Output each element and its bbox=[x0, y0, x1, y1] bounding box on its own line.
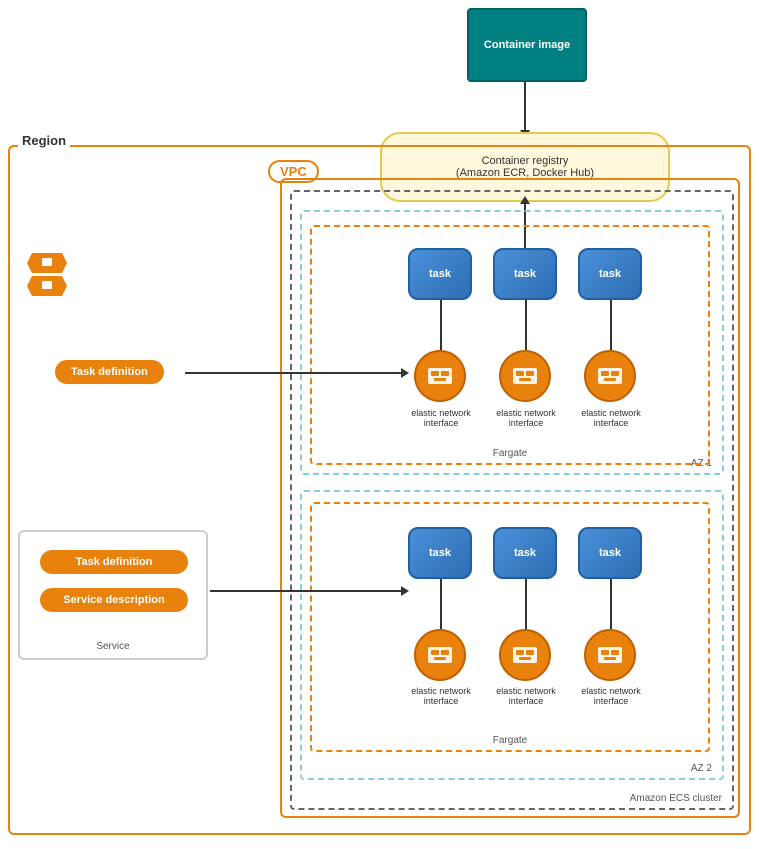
az1-task-2: task bbox=[493, 248, 557, 300]
arrow-container-to-registry bbox=[524, 82, 526, 132]
fargate2-label: Fargate bbox=[493, 735, 527, 746]
az2-eni-label-2: elastic network interface bbox=[490, 686, 562, 706]
arrow-service-to-az2 bbox=[210, 590, 403, 592]
task-definition-standalone[interactable]: Task definition bbox=[55, 360, 164, 384]
service-box: Task definition Service description Serv… bbox=[18, 530, 208, 660]
az1-eni-label-2: elastic network interface bbox=[490, 408, 562, 428]
service-task-definition-btn[interactable]: Task definition bbox=[40, 550, 188, 574]
az1-vline-2 bbox=[525, 300, 527, 350]
az1-task-3: task bbox=[578, 248, 642, 300]
az2-vline-1 bbox=[440, 579, 442, 629]
az2-vline-3 bbox=[610, 579, 612, 629]
az2-task-2: task bbox=[493, 527, 557, 579]
ecs-aws-icon bbox=[22, 248, 72, 308]
ecs-cluster-label: Amazon ECS cluster bbox=[630, 793, 722, 804]
az2-label: AZ 2 bbox=[691, 763, 712, 774]
arrow-taskdef-to-az1 bbox=[185, 372, 403, 374]
az2-task-1: task bbox=[408, 527, 472, 579]
az1-vline-1 bbox=[440, 300, 442, 350]
service-label: Service bbox=[96, 641, 129, 652]
az2-eni-1 bbox=[414, 629, 466, 681]
container-image-box: Container image bbox=[467, 8, 587, 82]
az1-eni-label-3: elastic network interface bbox=[575, 408, 647, 428]
az2-vline-2 bbox=[525, 579, 527, 629]
az2-eni-label-1: elastic network interface bbox=[405, 686, 477, 706]
az2-eni-2 bbox=[499, 629, 551, 681]
az2-task-3: task bbox=[578, 527, 642, 579]
region-label: Region bbox=[18, 133, 70, 148]
az1-eni-3 bbox=[584, 350, 636, 402]
az2-eni-3 bbox=[584, 629, 636, 681]
fargate1-label: Fargate bbox=[493, 448, 527, 459]
container-image-label: Container image bbox=[484, 39, 570, 51]
az2-eni-label-3: elastic network interface bbox=[575, 686, 647, 706]
az1-eni-label-1: elastic network interface bbox=[405, 408, 477, 428]
az1-vline-3 bbox=[610, 300, 612, 350]
az1-eni-2 bbox=[499, 350, 551, 402]
az1-eni-1 bbox=[414, 350, 466, 402]
service-description-btn[interactable]: Service description bbox=[40, 588, 188, 612]
az1-task-1: task bbox=[408, 248, 472, 300]
